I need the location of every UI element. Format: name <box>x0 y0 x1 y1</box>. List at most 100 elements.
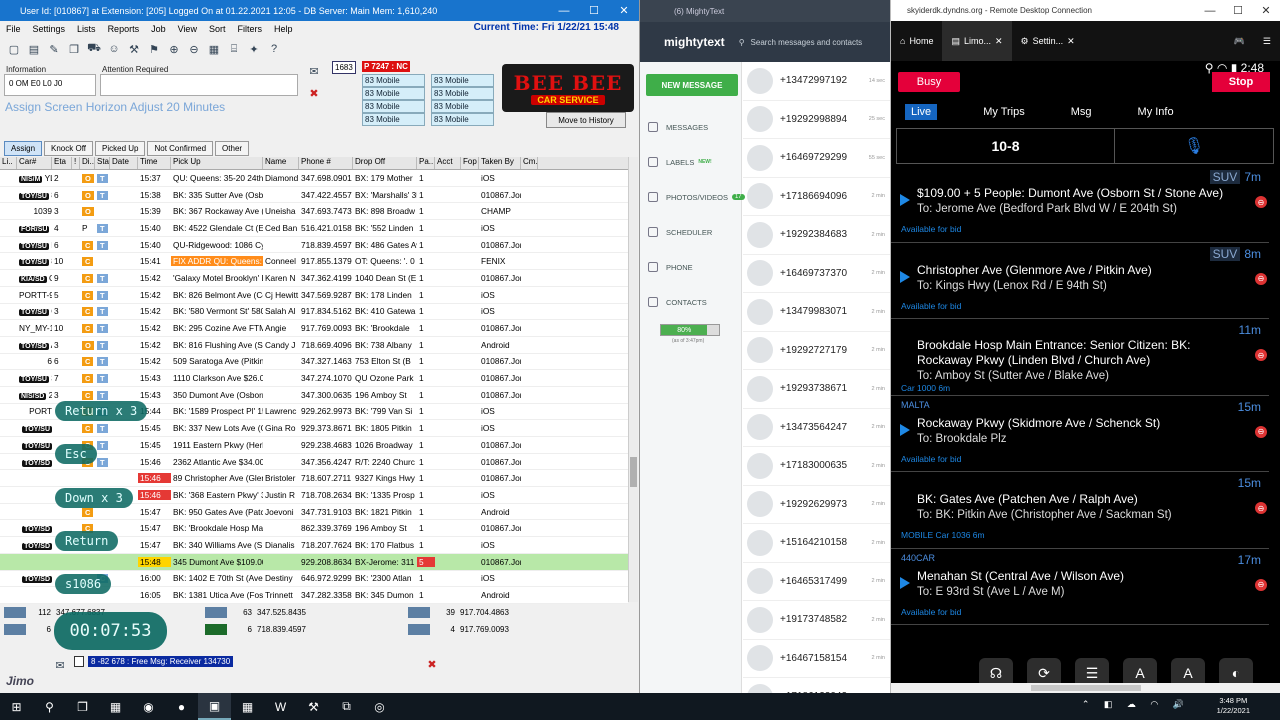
app-icon-calculator[interactable]: ▦ <box>99 693 132 720</box>
summary-item[interactable]: 39 917.704.4863 <box>408 607 509 618</box>
summary-item[interactable]: 6 718.839.4597 <box>205 624 306 635</box>
edit-icon[interactable]: ✎ <box>46 41 62 57</box>
mt-search-input[interactable]: Search messages and contacts <box>751 38 863 47</box>
minimize-icon[interactable]: — <box>549 0 579 21</box>
summary-item[interactable]: 6 <box>4 624 56 635</box>
car-icon[interactable]: ⛟ <box>86 41 102 57</box>
gamepad-icon[interactable]: 🎮 <box>1225 21 1254 61</box>
mobile-cell[interactable]: 83 Mobile <box>431 87 494 100</box>
rdp-close-icon[interactable]: ✕ <box>1252 0 1280 21</box>
conversation-item[interactable]: +13473564247 2 min <box>743 409 890 447</box>
conversation-item[interactable]: +16469737370 2 min <box>743 255 890 293</box>
conversation-item[interactable]: +19293738671 2 min <box>743 370 890 409</box>
flag-icon[interactable]: ⚑ <box>146 41 162 57</box>
start-icon[interactable]: ⊞ <box>0 693 33 720</box>
taskbar-clock[interactable]: 3:48 PM 1/22/2021 <box>1217 696 1250 716</box>
move-to-history-button[interactable]: Move to History <box>546 112 626 128</box>
conversation-item[interactable]: +17186122042 2 min <box>743 678 890 693</box>
decline-icon[interactable]: ⊖ <box>1255 578 1267 591</box>
checkbox[interactable] <box>74 656 84 667</box>
column-header[interactable]: Pick Up <box>171 157 263 169</box>
column-header[interactable]: Stat <box>95 157 110 169</box>
conversation-item[interactable]: +16467158154 2 min <box>743 640 890 678</box>
grid-scrollbar[interactable] <box>628 157 638 602</box>
help-icon[interactable]: ? <box>266 41 282 57</box>
trip-offer[interactable]: 11m Brookdale Hosp Main Entrance: Senior … <box>891 319 1269 396</box>
table-row[interactable]: 15:46 89 Christopher Ave (Glen Bristoler 71… <box>0 470 628 488</box>
column-header[interactable]: Eta <box>52 157 72 169</box>
table-row[interactable]: TOY/SU 8936 OT 15:38 BK: 335 Sutter Ave (Os… <box>0 186 628 204</box>
tab-msg[interactable]: Msg <box>1071 106 1092 118</box>
zoom-in-icon[interactable]: ⊕ <box>166 41 182 57</box>
summary-item[interactable]: 63 347.525.8435 <box>205 607 306 618</box>
delete-msg-icon[interactable]: ✖ <box>424 656 440 672</box>
column-header[interactable]: Di.. <box>80 157 95 169</box>
grid-icon[interactable]: ▦ <box>206 41 222 57</box>
app-icon-word[interactable]: W <box>264 693 297 720</box>
nav-labels[interactable]: LABELS NEW! <box>648 157 712 167</box>
column-header[interactable]: Drop Off <box>353 157 417 169</box>
search-icon[interactable]: ⚲ <box>33 693 66 720</box>
conversation-item[interactable]: +13472997192 14 sec <box>743 62 890 101</box>
chat-icon[interactable]: ✉ <box>52 657 68 673</box>
summary-item[interactable]: 4 917.769.0093 <box>408 624 509 635</box>
nav-scheduler[interactable]: SCHEDULER <box>648 227 712 237</box>
new-doc-icon[interactable]: ▢ <box>6 41 22 57</box>
new-message-button[interactable]: NEW MESSAGE <box>646 74 738 96</box>
table-row[interactable]: 15:48 345 Dumont Ave $109.00 929.208.8634 B… <box>0 553 628 571</box>
menu-view[interactable]: View <box>172 24 203 34</box>
driver-state[interactable]: 10-8 <box>897 129 1115 163</box>
filter-icon[interactable]: ⌸ <box>226 41 242 57</box>
mobile-cell[interactable]: 83 Mobile <box>431 74 494 87</box>
tools-icon[interactable]: ⚒ <box>126 41 142 57</box>
conversation-item[interactable]: +19292998894 25 sec <box>743 101 890 139</box>
decline-icon[interactable]: ⊖ <box>1255 502 1267 514</box>
menu-lists[interactable]: Lists <box>71 24 102 34</box>
decline-icon[interactable]: ⊖ <box>1255 425 1267 438</box>
nav-phone[interactable]: PHONE <box>648 262 693 272</box>
column-header[interactable]: Car# <box>17 157 52 169</box>
chrome-icon[interactable]: ◉ <box>132 693 165 720</box>
table-row[interactable]: TOY/SU 82410 C 15:41 FIX ADDR QU: Queens: 1… <box>0 253 628 271</box>
stop-button[interactable]: Stop <box>1212 72 1270 92</box>
rdp-scrollbar[interactable] <box>891 683 1280 693</box>
trip-offer[interactable]: SUV 8m Christopher Ave (Glenmore Ave / Pit… <box>891 243 1269 319</box>
conversation-item[interactable]: +15164210158 2 min <box>743 524 890 563</box>
column-header[interactable]: Phone # <box>299 157 353 169</box>
message-icon[interactable]: ✉ <box>306 63 322 79</box>
app-icon-orange[interactable]: ● <box>165 693 198 720</box>
play-icon[interactable] <box>900 194 910 206</box>
rdp-maximize-icon[interactable]: ☐ <box>1224 0 1252 21</box>
tab-other[interactable]: Other <box>215 141 250 156</box>
trip-offer[interactable]: 440CAR 17m Menahan St (Central Ave / Wilso… <box>891 549 1269 625</box>
column-header[interactable]: Cm.. <box>521 157 538 169</box>
open-icon[interactable]: ▤ <box>26 41 42 57</box>
nav-contacts[interactable]: CONTACTS <box>648 297 707 307</box>
menu-settings[interactable]: Settings <box>27 24 72 34</box>
table-row[interactable]: 1039 3 O 15:39 BK: 367 Rockaway Ave (Uneisha… <box>0 203 628 221</box>
mobile-cell[interactable]: 83 Mobile <box>362 87 425 100</box>
menu-sort[interactable]: Sort <box>203 24 232 34</box>
table-row[interactable]: TOY/SU ER-166 CT 15:40 QU-Ridgewood: 1086 C… <box>0 236 628 254</box>
mobile-cell[interactable]: 83 Mobile <box>362 113 425 126</box>
conversation-item[interactable]: +19292384683 2 min <box>743 216 890 255</box>
menu-filters[interactable]: Filters <box>231 24 268 34</box>
mobile-cell[interactable]: 83 Mobile <box>431 113 494 126</box>
tab-my-trips[interactable]: My Trips <box>983 106 1025 118</box>
trip-offer[interactable]: MALTA 15m Rockaway Pkwy (Skidmore Ave / Sc… <box>891 396 1269 472</box>
app-icon-dispatch[interactable]: ▣ <box>198 693 231 720</box>
task-view-icon[interactable]: ❐ <box>66 693 99 720</box>
mobile-cell[interactable]: 83 Mobile <box>362 74 425 87</box>
menu-job[interactable]: Job <box>145 24 172 34</box>
trip-offer[interactable]: 15m BK: Gates Ave (Patchen Ave / Ralph Av… <box>891 472 1269 549</box>
table-row[interactable]: FOR/SU 5524 PT 15:40 BK: 4522 Glendale Ct (… <box>0 220 628 237</box>
maximize-icon[interactable]: ☐ <box>579 0 609 21</box>
conversation-item[interactable]: +19292727179 2 min <box>743 332 890 370</box>
system-tray[interactable]: ⌃ ◧ ☁ ◠ 🔊 <box>1082 699 1190 710</box>
tab-my-info[interactable]: My Info <box>1138 106 1174 118</box>
conversation-item[interactable]: +17183000635 2 min <box>743 447 890 486</box>
tab-assign[interactable]: Assign <box>4 141 43 156</box>
conversation-item[interactable]: +13479983071 2 min <box>743 293 890 332</box>
tab-home[interactable]: ⌂ Home <box>891 21 942 61</box>
column-header[interactable]: Date <box>110 157 138 169</box>
